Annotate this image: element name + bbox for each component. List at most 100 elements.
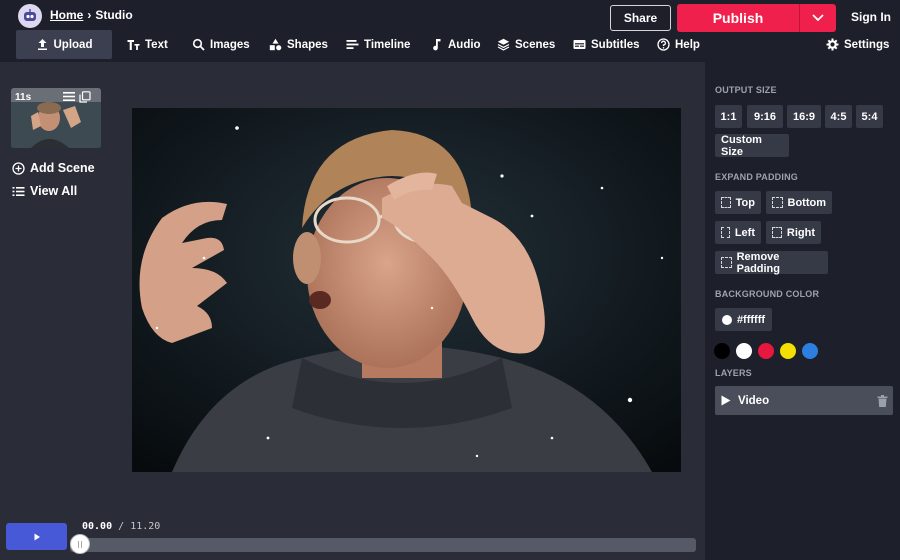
pad-left-label: Left — [734, 226, 755, 239]
padding-icon — [721, 257, 732, 268]
search-icon — [192, 38, 205, 51]
time-separator: / — [118, 521, 125, 532]
list-icon — [12, 186, 25, 196]
timeline-label: Timeline — [364, 38, 411, 51]
swatch-blue[interactable] — [802, 343, 818, 359]
text-label: Text — [145, 38, 168, 51]
upload-button[interactable]: Upload — [16, 30, 112, 59]
scenes-tool[interactable]: Scenes — [497, 30, 555, 59]
expand-padding-heading: EXPAND PADDING — [715, 172, 798, 182]
subtitles-tool[interactable]: Subtitles — [573, 30, 640, 59]
audio-tool[interactable]: Audio — [430, 30, 481, 59]
padding-icon — [721, 197, 731, 208]
ratio-16-9-button[interactable]: 16:9 — [787, 105, 821, 128]
gear-icon — [826, 38, 839, 51]
timeline-scrubber[interactable] — [70, 534, 90, 554]
swatch-black[interactable] — [714, 343, 730, 359]
breadcrumb-separator: › — [87, 8, 92, 22]
add-scene-label: Add Scene — [30, 161, 95, 175]
breadcrumb-home[interactable]: Home — [50, 8, 83, 22]
text-tool[interactable]: Text — [127, 30, 168, 59]
play-icon — [721, 395, 731, 406]
video-canvas[interactable] — [132, 108, 681, 472]
images-tool[interactable]: Images — [192, 30, 250, 59]
output-size-heading: OUTPUT SIZE — [715, 85, 777, 95]
share-button[interactable]: Share — [610, 5, 671, 31]
play-icon — [34, 533, 40, 540]
ratio-1-1-button[interactable]: 1:1 — [715, 105, 742, 128]
help-icon — [657, 38, 670, 51]
shapes-label: Shapes — [287, 38, 328, 51]
sign-in-link[interactable]: Sign In — [851, 10, 891, 24]
shapes-tool[interactable]: Shapes — [269, 30, 328, 59]
publish-dropdown-button[interactable] — [799, 4, 836, 32]
trash-icon[interactable] — [877, 394, 888, 407]
settings-label: Settings — [844, 38, 890, 51]
swatch-white[interactable] — [736, 343, 752, 359]
ratio-5-4-button[interactable]: 5:4 — [856, 105, 883, 128]
help-label: Help — [675, 38, 700, 51]
breadcrumb-current: Studio — [95, 8, 133, 22]
swatch-red[interactable] — [758, 343, 774, 359]
video-frame-image — [132, 108, 681, 472]
settings-button[interactable]: Settings — [826, 30, 889, 59]
timeline-tool[interactable]: Timeline — [346, 30, 410, 59]
pad-left-button[interactable]: Left — [715, 221, 761, 244]
layers-heading: LAYERS — [715, 368, 752, 378]
properties-panel: OUTPUT SIZE 1:1 9:16 16:9 4:5 5:4 Custom… — [705, 62, 900, 560]
plus-circle-icon — [12, 161, 25, 175]
subtitles-icon — [573, 40, 586, 49]
pad-bottom-button[interactable]: Bottom — [766, 191, 832, 214]
pad-right-button[interactable]: Right — [766, 221, 821, 244]
background-color-heading: BACKGROUND COLOR — [715, 289, 820, 299]
total-time: 11.20 — [130, 521, 161, 532]
images-label: Images — [210, 38, 250, 51]
view-all-button[interactable]: View All — [12, 184, 77, 198]
duplicate-icon[interactable] — [79, 91, 91, 103]
top-bar: Home › Studio Share Publish Sign In Uplo… — [0, 0, 900, 62]
scenes-label: Scenes — [515, 38, 556, 51]
menu-icon[interactable] — [63, 91, 75, 102]
layer-item-video[interactable]: Video — [715, 386, 893, 415]
play-button[interactable] — [6, 523, 67, 550]
pad-right-label: Right — [786, 226, 815, 239]
view-all-label: View All — [30, 184, 78, 198]
timeline-track[interactable] — [70, 538, 696, 552]
pad-bottom-label: Bottom — [787, 196, 827, 209]
add-scene-button[interactable]: Add Scene — [12, 161, 95, 175]
swatch-yellow[interactable] — [780, 343, 796, 359]
shapes-icon — [269, 38, 282, 51]
padding-icon — [721, 227, 730, 238]
help-tool[interactable]: Help — [657, 30, 700, 59]
pad-top-label: Top — [735, 196, 755, 209]
toolbar: Upload Text Images Shapes Timeline Audio… — [0, 30, 900, 59]
scene-thumbnail[interactable]: 11s — [11, 88, 101, 148]
background-color-picker[interactable]: #ffffff — [715, 308, 772, 331]
music-note-icon — [433, 39, 441, 51]
layer-label: Video — [738, 394, 770, 407]
chevron-down-icon — [812, 14, 824, 22]
pad-top-button[interactable]: Top — [715, 191, 761, 214]
upload-icon — [37, 39, 47, 50]
timecode: 00.00 / 11.20 — [82, 521, 160, 532]
padding-icon — [772, 227, 782, 238]
background-color-value: #ffffff — [736, 313, 766, 326]
ratio-9-16-button[interactable]: 9:16 — [747, 105, 783, 128]
padding-icon — [772, 197, 783, 208]
ratio-4-5-button[interactable]: 4:5 — [825, 105, 852, 128]
timeline-icon — [346, 40, 359, 49]
remove-padding-label: Remove Padding — [736, 250, 780, 275]
scene-duration: 11s — [15, 92, 32, 103]
robot-icon[interactable] — [18, 4, 42, 28]
text-icon — [127, 40, 140, 50]
scene-actions — [63, 91, 91, 103]
remove-padding-button[interactable]: Remove Padding — [715, 250, 828, 275]
layers-icon — [497, 38, 510, 51]
breadcrumb: Home › Studio — [50, 8, 133, 22]
current-color-dot — [721, 314, 732, 325]
upload-label: Upload — [53, 38, 93, 51]
publish-button[interactable]: Publish — [677, 4, 799, 32]
custom-size-button[interactable]: Custom Size — [715, 134, 789, 158]
current-time: 00.00 — [82, 521, 113, 532]
subtitles-label: Subtitles — [591, 38, 640, 51]
